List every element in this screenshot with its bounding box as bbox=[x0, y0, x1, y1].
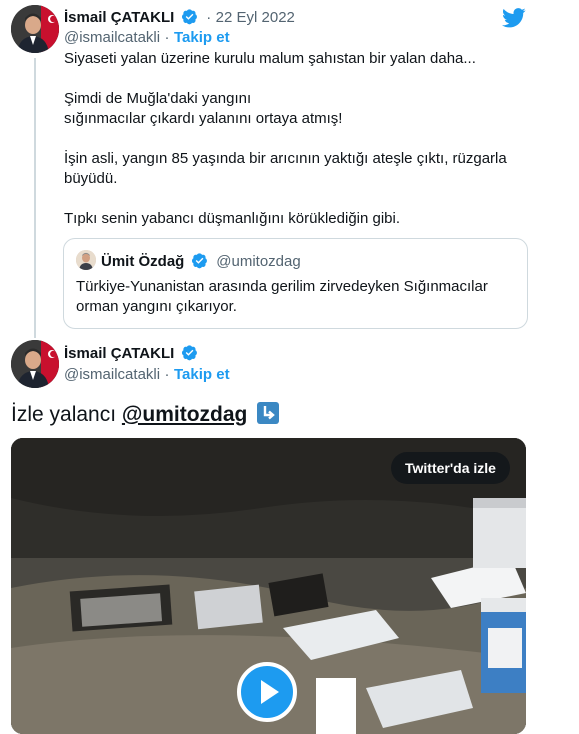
mention-link[interactable]: @umitozdag bbox=[122, 403, 247, 426]
tweet-line: Tıpkı senin yabancı düşmanlığını körükle… bbox=[64, 210, 401, 227]
tweet-line: Siyaseti yalan üzerine kurulu malum şahı… bbox=[64, 50, 476, 67]
tweet2-text: İzle yalancı @umitozdag bbox=[11, 402, 280, 428]
tweet-line: Şimdi de Muğla'daki yangını bbox=[64, 90, 252, 107]
tweet-line: büyüdü. bbox=[64, 170, 118, 187]
quote-text: Türkiye-Yunanistan arasında gerilim zirv… bbox=[76, 277, 516, 317]
arrow-down-right-emoji-icon bbox=[257, 402, 280, 424]
author-name[interactable]: İsmail ÇATAKLI bbox=[64, 9, 174, 26]
quote-avatar[interactable] bbox=[76, 250, 96, 270]
avatar[interactable] bbox=[11, 5, 59, 53]
follow-button[interactable]: Takip et bbox=[174, 29, 230, 46]
tweet2-subheader: @ismailcatakli · Takip et bbox=[64, 366, 230, 384]
thread-connector bbox=[34, 58, 36, 338]
verified-badge-icon bbox=[181, 9, 197, 25]
avatar[interactable] bbox=[11, 340, 59, 388]
follow-button[interactable]: Takip et bbox=[174, 366, 230, 383]
author-handle[interactable]: @ismailcatakli bbox=[64, 366, 160, 383]
tweet2-header: İsmail ÇATAKLI bbox=[64, 344, 198, 363]
twitter-bird-icon[interactable] bbox=[502, 7, 526, 29]
tweet1-header: İsmail ÇATAKLI · 22 Eyl 2022 bbox=[64, 8, 295, 27]
author-name[interactable]: İsmail ÇATAKLI bbox=[64, 345, 174, 362]
quote-author-name: Ümit Özdağ bbox=[101, 253, 185, 270]
separator-dot: · bbox=[164, 366, 170, 383]
watch-on-twitter-button[interactable]: Twitter'da izle bbox=[391, 452, 510, 484]
tweet-date[interactable]: 22 Eyl 2022 bbox=[216, 9, 295, 26]
quote-author-handle: @umitozdag bbox=[216, 253, 301, 270]
separator-dot: · bbox=[206, 9, 212, 26]
quote-line: orman yangını çıkarıyor. bbox=[76, 298, 237, 315]
tweet-line: İşin asli, yangın 85 yaşında bir arıcını… bbox=[64, 150, 507, 167]
video-player[interactable]: Twitter'da izle bbox=[11, 438, 526, 734]
author-handle[interactable]: @ismailcatakli bbox=[64, 29, 160, 46]
tweet1-subheader: @ismailcatakli · Takip et bbox=[64, 29, 230, 47]
verified-badge-icon bbox=[181, 345, 197, 361]
tweet1-text: Siyaseti yalan üzerine kurulu malum şahı… bbox=[64, 49, 569, 229]
play-icon bbox=[261, 680, 279, 704]
tweet-line: sığınmacılar çıkardı yalanını ortaya atm… bbox=[64, 110, 343, 127]
quote-header: Ümit Özdağ @umitozdag bbox=[101, 252, 301, 271]
quote-line: Türkiye-Yunanistan arasında gerilim zirv… bbox=[76, 278, 488, 295]
tweet-text: İzle yalancı bbox=[11, 403, 122, 426]
verified-badge-icon bbox=[191, 253, 207, 269]
play-button[interactable] bbox=[237, 662, 297, 722]
quoted-tweet[interactable]: Ümit Özdağ @umitozdag Türkiye-Yunanistan… bbox=[63, 238, 528, 329]
separator-dot: · bbox=[164, 29, 170, 46]
